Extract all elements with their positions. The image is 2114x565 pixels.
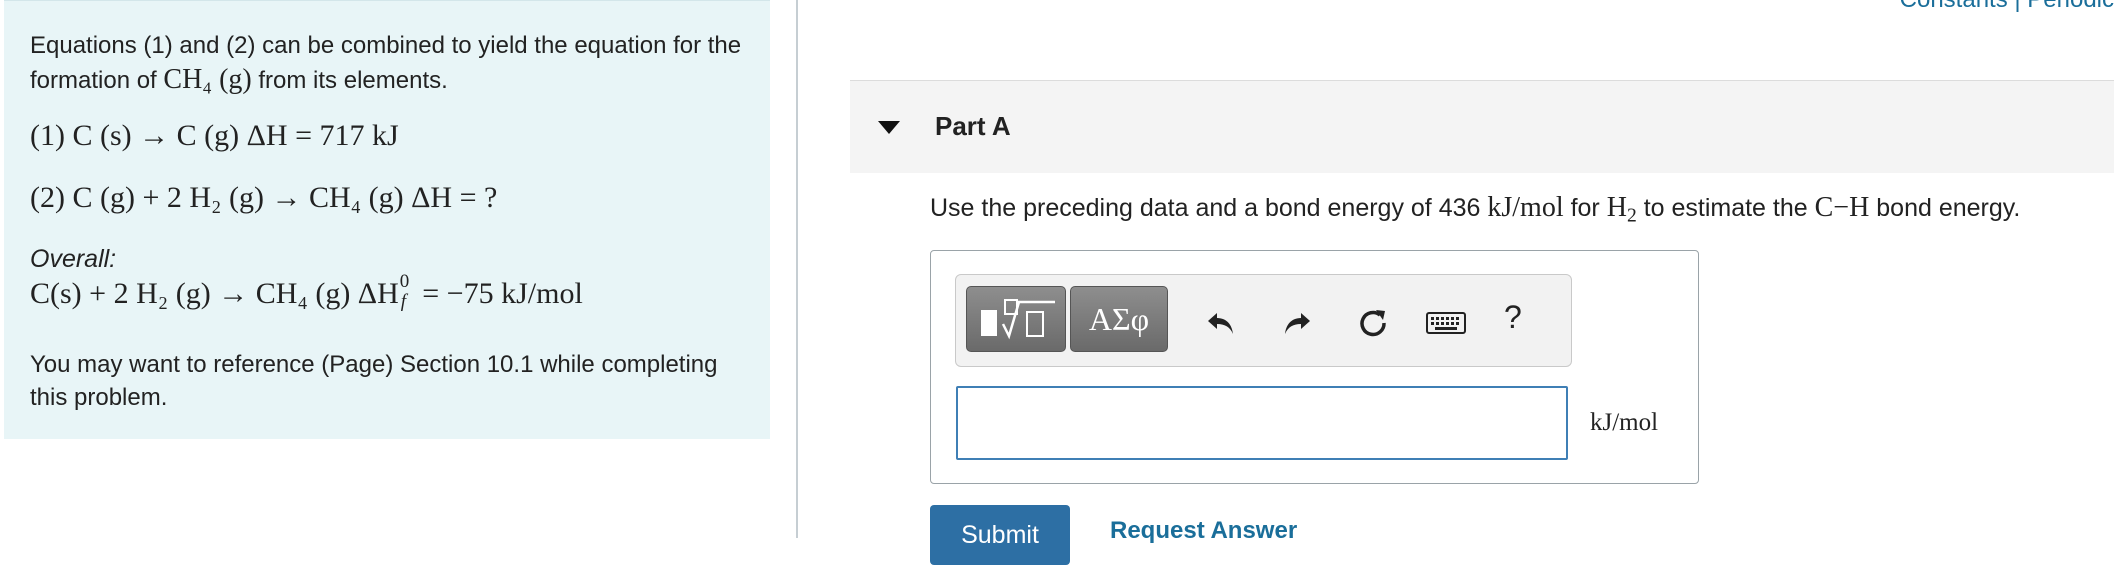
panel-divider — [796, 0, 798, 538]
answer-box: ΑΣφ ? kJ/mol — [930, 250, 1699, 484]
question-text-4: bond energy. — [1876, 194, 2021, 222]
equation-1: (1) C (s) → C (g) ΔH = 717 kJ — [30, 119, 399, 152]
question-text-2: for — [1570, 194, 1600, 222]
undo-icon[interactable] — [1203, 305, 1239, 341]
question-text: Use the preceding data and a bond energy… — [930, 192, 2020, 227]
intro-formula: CH₄ (g) — [163, 64, 252, 95]
help-icon[interactable]: ? — [1504, 299, 1522, 336]
keyboard-icon[interactable] — [1425, 305, 1467, 341]
request-answer-link[interactable]: Request Answer — [1110, 517, 1297, 545]
question-bond: C−H — [1814, 192, 1870, 223]
submit-button[interactable]: Submit — [930, 505, 1070, 565]
part-title: Part A — [935, 111, 1011, 141]
reference-text: You may want to reference (Page) Section… — [30, 351, 718, 411]
templates-icon — [981, 299, 1055, 340]
overall-sub: f — [400, 291, 407, 312]
templates-button[interactable] — [966, 286, 1066, 352]
question-text-1: Use the preceding data and a bond energy… — [930, 194, 1481, 222]
equation-2: (2) C (g) + 2 H₂ (g) → CH₄ (g) ΔH = ? — [30, 181, 498, 214]
math-toolbar: ΑΣφ ? — [955, 274, 1572, 367]
question-unit: kJ/mol — [1487, 192, 1564, 223]
redo-icon[interactable] — [1279, 305, 1315, 341]
overall-script: 0f — [399, 271, 415, 312]
overall-value: = −75 kJ/mol — [414, 277, 583, 310]
overall-equation-main: C(s) + 2 H₂ (g) → CH₄ (g) ΔH — [30, 277, 399, 310]
question-text-3: to estimate the — [1643, 194, 1808, 222]
part-a-header[interactable]: Part A — [850, 80, 2114, 173]
answer-unit: kJ/mol — [1590, 409, 1659, 436]
problem-info-panel: Equations (1) and (2) can be combined to… — [4, 0, 770, 439]
greek-symbols-button[interactable]: ΑΣφ — [1070, 286, 1168, 352]
reset-icon[interactable] — [1355, 305, 1391, 341]
answer-input[interactable] — [956, 386, 1568, 460]
collapse-caret-icon[interactable] — [878, 121, 900, 134]
overall-equation: C(s) + 2 H₂ (g) → CH₄ (g) ΔH 0 f = −75 kJ/… — [30, 271, 583, 312]
overall-label: Overall: — [30, 245, 117, 273]
intro-text-after: from its elements. — [258, 67, 448, 94]
intro-text: Equations (1) and (2) can be combined to… — [30, 29, 750, 98]
question-h2: H2 — [1606, 192, 1637, 227]
h2-sub: 2 — [1626, 205, 1637, 227]
constants-periodic-link[interactable]: Constants | Periodic — [1900, 0, 2114, 14]
h2-base: H — [1606, 192, 1627, 223]
overall-sup: 0 — [399, 271, 410, 292]
